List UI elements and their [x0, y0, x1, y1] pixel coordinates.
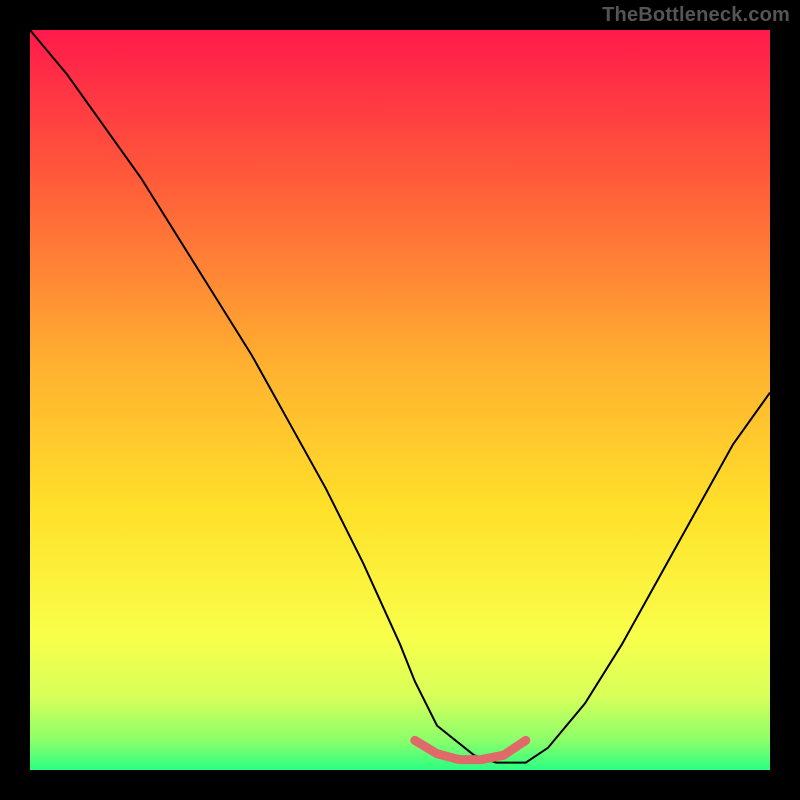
frame-bottom	[0, 770, 800, 800]
watermark-text: TheBottleneck.com	[602, 4, 790, 27]
bottleneck-chart	[0, 0, 800, 800]
plot-background	[30, 30, 770, 770]
chart-container: TheBottleneck.com	[0, 0, 800, 800]
frame-right	[770, 0, 800, 800]
frame-left	[0, 0, 30, 800]
